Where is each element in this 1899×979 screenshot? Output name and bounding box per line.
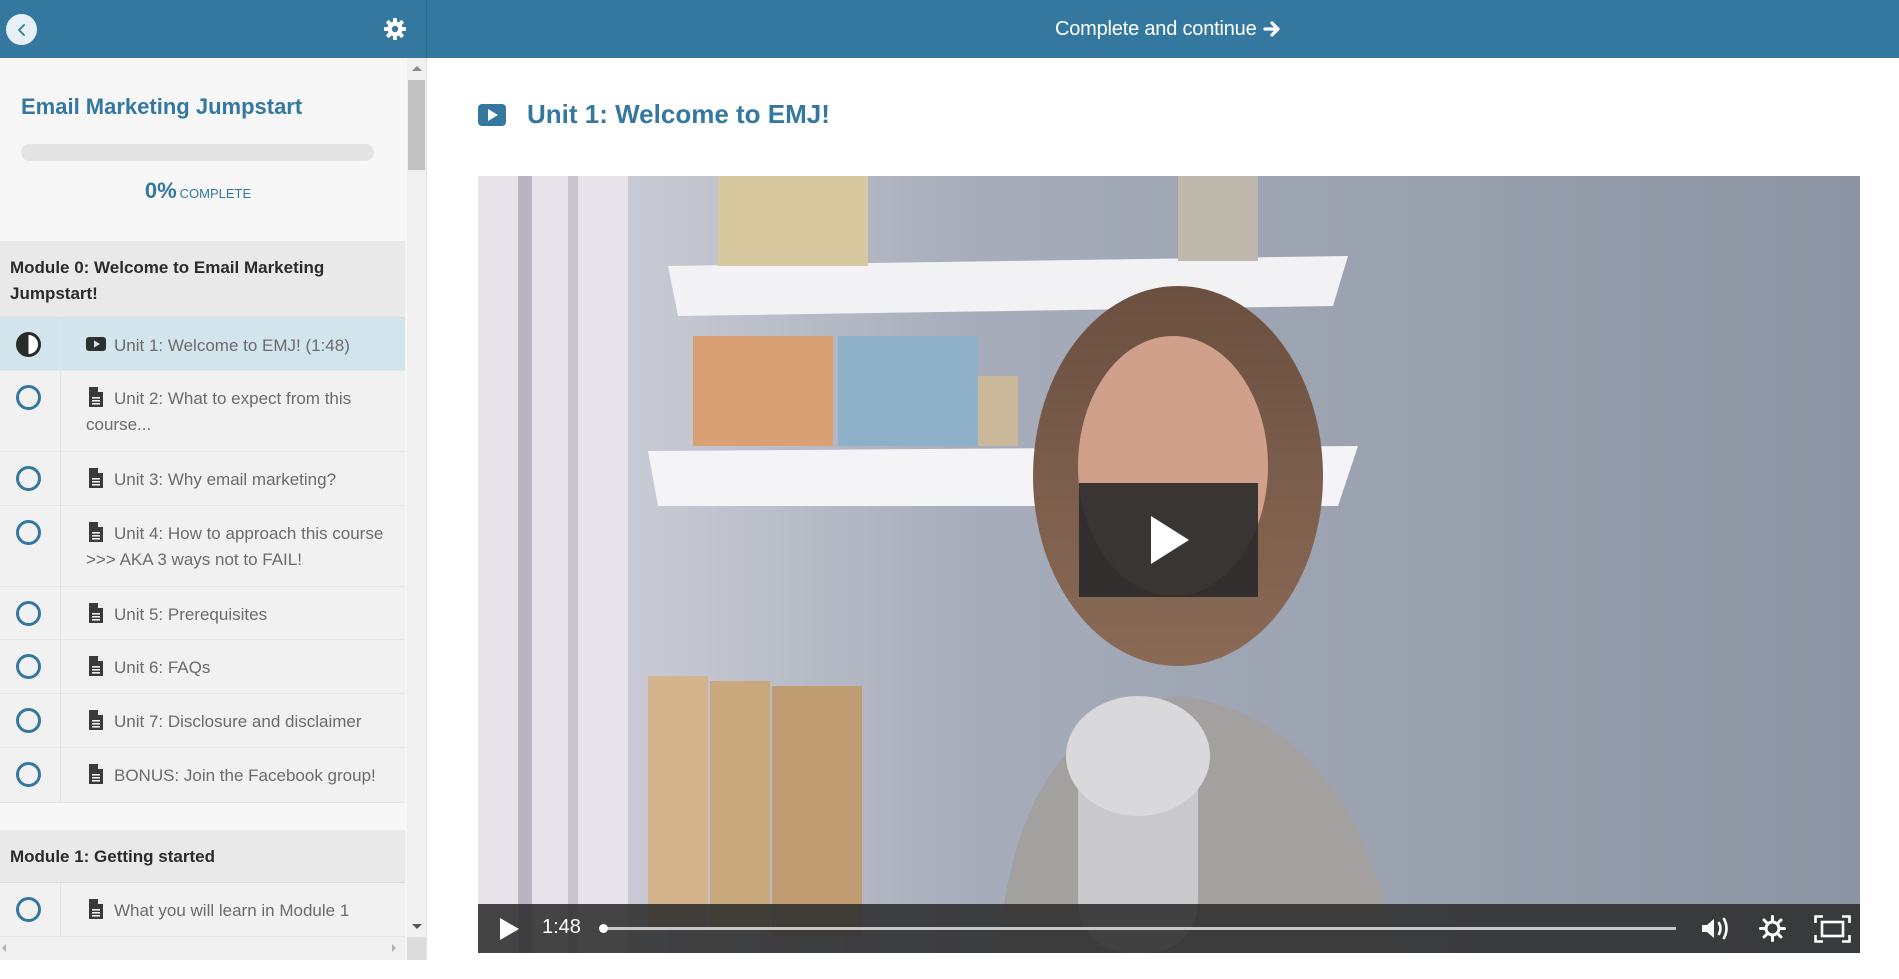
play-icon — [1150, 516, 1189, 564]
course-sidebar: Email Marketing Jumpstart 0% COMPLETE Mod… — [0, 0, 427, 960]
unit-row-module1-1[interactable]: What you will learn in Module 1 — [0, 883, 405, 937]
unit-label: Unit 1: Welcome to EMJ! (1:48) — [114, 336, 350, 355]
module-header[interactable]: Module 0: Welcome to Email Marketing Jum… — [0, 241, 405, 318]
scroll-up-arrow-icon[interactable] — [412, 66, 422, 71]
fullscreen-icon — [1814, 915, 1851, 943]
unit-label: Unit 2: What to expect from this course.… — [86, 389, 352, 434]
video-time: 1:48 — [542, 916, 581, 938]
unit-label: BONUS: Join the Facebook group! — [114, 766, 376, 785]
scrollbar-corner — [407, 937, 426, 960]
unit-row-2[interactable]: Unit 2: What to expect from this course.… — [0, 371, 405, 452]
progress-label: COMPLETE — [179, 186, 252, 201]
play-button[interactable] — [498, 917, 520, 941]
in-progress-status-icon — [16, 332, 41, 357]
unit-label: Unit 3: Why email marketing? — [114, 470, 337, 489]
unit-label: Unit 7: Disclosure and disclaimer — [114, 712, 362, 731]
document-icon — [89, 387, 103, 407]
complete-button-label: Complete and continue — [1055, 17, 1257, 40]
unit-label: Unit 6: FAQs — [114, 658, 211, 677]
document-icon — [89, 764, 103, 784]
not-started-status-icon — [16, 708, 41, 733]
unit-row-bonus[interactable]: BONUS: Join the Facebook group! — [0, 748, 405, 803]
unit-row-6[interactable]: Unit 6: FAQs — [0, 640, 405, 694]
course-title: Email Marketing Jumpstart — [21, 94, 303, 119]
not-started-status-icon — [16, 520, 41, 545]
play-icon — [500, 918, 519, 940]
back-button[interactable] — [6, 14, 37, 45]
sidebar-vertical-scrollbar[interactable] — [407, 58, 426, 937]
sidebar-header — [0, 0, 427, 58]
sidebar-horizontal-scrollbar[interactable] — [0, 937, 405, 960]
video-settings-button[interactable] — [1759, 915, 1786, 942]
document-icon — [89, 468, 103, 488]
video-control-bar: 1:48 — [478, 904, 1860, 953]
unit-row-5[interactable]: Unit 5: Prerequisites — [0, 587, 405, 640]
not-started-status-icon — [16, 601, 41, 626]
lesson-title: Unit 1: Welcome to EMJ! — [527, 99, 830, 129]
fullscreen-button[interactable] — [1814, 915, 1851, 943]
gear-icon — [384, 18, 406, 40]
unit-label: Unit 5: Prerequisites — [114, 605, 268, 624]
complete-and-continue-button[interactable]: Complete and continue — [1055, 14, 1281, 44]
not-started-status-icon — [16, 466, 41, 491]
settings-button[interactable] — [383, 17, 407, 41]
unit-row-7[interactable]: Unit 7: Disclosure and disclaimer — [0, 694, 405, 748]
scroll-left-arrow-icon[interactable] — [2, 944, 6, 952]
video-progress-track[interactable] — [599, 924, 1676, 933]
course-summary: Email Marketing Jumpstart 0% COMPLETE — [0, 58, 405, 241]
not-started-status-icon — [16, 385, 41, 410]
document-icon — [89, 603, 103, 623]
document-icon — [89, 899, 103, 919]
sidebar-scroll-area[interactable]: Email Marketing Jumpstart 0% COMPLETE Mod… — [0, 58, 405, 937]
lesson-title-row: Unit 1: Welcome to EMJ! — [478, 99, 830, 130]
lesson-header-bar: Complete and continue — [427, 0, 1899, 58]
module-header[interactable]: Module 1: Getting started — [0, 830, 405, 883]
document-icon — [89, 522, 103, 542]
video-player[interactable]: 1:48 — [478, 176, 1860, 953]
volume-button[interactable] — [1700, 916, 1732, 941]
scrollbar-thumb[interactable] — [408, 80, 425, 170]
module-spacer — [0, 803, 405, 830]
video-progress-handle[interactable] — [599, 924, 608, 933]
course-progress-text: 0% COMPLETE — [0, 178, 396, 204]
big-play-button[interactable] — [1079, 483, 1258, 597]
document-icon — [89, 710, 103, 730]
course-progress-bar — [21, 144, 374, 161]
video-play-icon — [478, 103, 506, 126]
progress-percent: 0% — [144, 178, 177, 203]
not-started-status-icon — [16, 897, 41, 922]
not-started-status-icon — [16, 762, 41, 787]
unit-label: Unit 4: How to approach this course >>> … — [86, 524, 384, 569]
arrow-right-icon — [1262, 21, 1280, 37]
volume-icon — [1702, 917, 1728, 940]
document-icon — [89, 656, 103, 676]
scroll-right-arrow-icon[interactable] — [392, 944, 396, 952]
unit-row-3[interactable]: Unit 3: Why email marketing? — [0, 452, 405, 506]
scroll-down-arrow-icon[interactable] — [412, 924, 422, 929]
unit-label: What you will learn in Module 1 — [114, 901, 350, 920]
chevron-left-icon — [17, 23, 25, 36]
video-icon — [86, 337, 106, 351]
gear-icon — [1759, 915, 1786, 942]
not-started-status-icon — [16, 654, 41, 679]
unit-row-1[interactable]: Unit 1: Welcome to EMJ! (1:48) — [0, 318, 405, 371]
unit-row-4[interactable]: Unit 4: How to approach this course >>> … — [0, 506, 405, 587]
